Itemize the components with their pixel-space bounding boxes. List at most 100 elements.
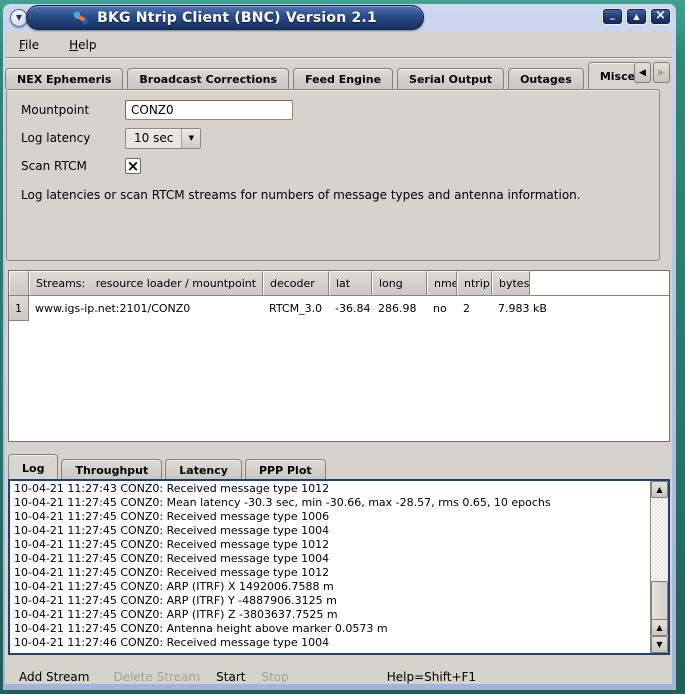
chevron-right-icon: ▶ xyxy=(658,68,665,78)
bnc-window: ▼ BKG Ntrip Client (BNC) Version 2.1 _ ▲ xyxy=(0,0,685,694)
column-header[interactable] xyxy=(9,271,29,295)
table-cell: RTCM_3.0 xyxy=(263,296,329,321)
chevron-left-icon: ◀ xyxy=(639,68,646,78)
column-header[interactable]: decoder xyxy=(263,271,329,295)
minimize-button[interactable]: _ xyxy=(603,9,622,24)
column-header[interactable]: ntrip xyxy=(457,271,492,295)
streams-table-header: Streams: resource loader / mountpoint de… xyxy=(9,271,669,296)
chevron-down-icon[interactable]: ▼ xyxy=(181,129,200,148)
close-button[interactable]: × xyxy=(651,9,670,24)
bottom-tab[interactable]: Log xyxy=(8,454,58,479)
arrow-down-icon: ▼ xyxy=(656,640,662,649)
main-tab[interactable]: Outages xyxy=(508,68,584,89)
column-header[interactable]: lat xyxy=(329,271,372,295)
scroll-down-button[interactable]: ▼ xyxy=(651,636,668,653)
action-button[interactable]: Stop xyxy=(261,670,288,684)
tab-scroll-right-button[interactable]: ▶ xyxy=(653,62,670,83)
menu-item[interactable]: Help xyxy=(67,36,98,54)
log-view[interactable]: 10-04-21 11:27:43 CONZ0: Received messag… xyxy=(8,479,670,655)
log-scrollbar: ▲ ▲ ▼ xyxy=(650,481,668,653)
main-tab[interactable]: Broadcast Corrections xyxy=(127,68,289,89)
scan-rtcm-checkbox[interactable]: × xyxy=(125,158,141,174)
window-title: BKG Ntrip Client (BNC) Version 2.1 xyxy=(97,10,377,26)
table-cell: 7.983 kB xyxy=(492,296,547,321)
log-line: 10-04-21 11:27:45 CONZ0: Received messag… xyxy=(14,510,648,524)
column-header[interactable]: Streams: resource loader / mountpoint xyxy=(29,271,263,295)
log-latency-label: Log latency xyxy=(21,131,125,145)
log-line: 10-04-21 11:27:45 CONZ0: ARP (ITRF) Y -4… xyxy=(14,594,648,608)
table-cell: 286.98 xyxy=(372,296,427,321)
main-tabs: NEX Ephemeris Broadcast Corrections Feed… xyxy=(5,62,634,89)
scrollbar-track[interactable] xyxy=(651,498,668,619)
maximize-icon: ▲ xyxy=(633,13,639,21)
log-latency-row: Log latency 10 sec ▼ xyxy=(21,128,659,148)
log-line: 10-04-21 11:27:45 CONZ0: Received messag… xyxy=(14,552,648,566)
table-empty-area xyxy=(9,321,669,441)
log-line: 10-04-21 11:27:45 CONZ0: Received messag… xyxy=(14,524,648,538)
bottom-tab[interactable]: Latency xyxy=(165,459,242,479)
log-line: 10-04-21 11:27:45 CONZ0: Received messag… xyxy=(14,538,648,552)
arrow-up-icon: ▲ xyxy=(656,485,662,494)
column-header[interactable]: nmea xyxy=(427,271,457,295)
menu-bar: File Help xyxy=(5,32,672,58)
chevron-down-icon: ▼ xyxy=(16,14,22,22)
miscellaneous-panel: Mountpoint CONZ0 Log latency 10 sec ▼ Sc… xyxy=(6,89,660,261)
mountpoint-input[interactable]: CONZ0 xyxy=(125,100,293,120)
scroll-up-button-secondary[interactable]: ▲ xyxy=(651,619,668,636)
action-button[interactable]: Delete Stream xyxy=(113,670,200,684)
panel-description: Log latencies or scan RTCM streams for n… xyxy=(21,188,659,202)
window-decoration: ▼ BKG Ntrip Client (BNC) Version 2.1 _ ▲ xyxy=(3,4,676,690)
maximize-button[interactable]: ▲ xyxy=(627,9,646,24)
table-cell: 1 xyxy=(9,296,29,321)
action-buttons: Add Stream Delete Stream Start Stop xyxy=(19,670,305,684)
log-line: 10-04-21 11:27:45 CONZ0: ARP (ITRF) Z -3… xyxy=(14,608,648,622)
table-row[interactable]: 1 www.igs-ip.net:2101/CONZ0 RTCM_3.0 -36… xyxy=(9,296,669,321)
column-header[interactable]: long xyxy=(372,271,427,295)
checkmark-icon: × xyxy=(127,159,140,174)
main-tab[interactable]: Serial Output xyxy=(397,68,504,89)
bottom-tab[interactable]: Throughput xyxy=(61,459,162,479)
main-tab[interactable]: Feed Engine xyxy=(293,68,393,89)
table-cell: 2 xyxy=(457,296,492,321)
main-tab-bar: NEX Ephemeris Broadcast Corrections Feed… xyxy=(5,62,672,89)
table-cell: www.igs-ip.net:2101/CONZ0 xyxy=(29,296,263,321)
app-icon xyxy=(73,10,89,26)
log-line: 10-04-21 11:27:45 CONZ0: Received messag… xyxy=(14,566,648,580)
log-line: 10-04-21 11:27:43 CONZ0: Received messag… xyxy=(14,482,648,496)
log-latency-select[interactable]: 10 sec ▼ xyxy=(125,128,201,149)
mountpoint-row: Mountpoint CONZ0 xyxy=(21,100,659,120)
log-line: 10-04-21 11:27:46 CONZ0: Received messag… xyxy=(14,636,648,650)
close-icon: × xyxy=(655,9,666,22)
arrow-up-icon: ▲ xyxy=(656,623,662,632)
tab-scroll-left-button[interactable]: ◀ xyxy=(634,62,651,83)
log-latency-value: 10 sec xyxy=(126,129,181,148)
scan-rtcm-label: Scan RTCM xyxy=(21,159,125,173)
scan-rtcm-row: Scan RTCM × xyxy=(21,156,659,176)
log-line: 10-04-21 11:27:45 CONZ0: Antenna height … xyxy=(14,622,648,636)
table-cell: -36.84 xyxy=(329,296,372,321)
title-bar[interactable]: ▼ BKG Ntrip Client (BNC) Version 2.1 _ ▲ xyxy=(3,4,676,32)
action-button[interactable]: Start xyxy=(216,670,245,684)
log-lines: 10-04-21 11:27:43 CONZ0: Received messag… xyxy=(14,482,648,653)
minimize-icon: _ xyxy=(610,10,615,20)
help-shortcut-text: Help=Shift+F1 xyxy=(387,670,476,684)
log-line: 10-04-21 11:27:45 CONZ0: ARP (ITRF) X 14… xyxy=(14,580,648,594)
main-tab[interactable]: NEX Ephemeris xyxy=(5,68,123,89)
column-header[interactable]: bytes xyxy=(492,271,530,295)
client-area: File Help NEX Ephemeris Broadcast Correc… xyxy=(5,32,672,684)
menu-item[interactable]: File xyxy=(17,36,41,54)
title-pill: BKG Ntrip Client (BNC) Version 2.1 xyxy=(26,5,424,30)
log-line: 10-04-21 11:27:45 CONZ0: Mean latency -3… xyxy=(14,496,648,510)
window-controls: _ ▲ × xyxy=(603,9,670,24)
bottom-tab[interactable]: PPP Plot xyxy=(245,459,326,479)
table-cell: no xyxy=(427,296,457,321)
action-button[interactable]: Add Stream xyxy=(19,670,89,684)
streams-table: Streams: resource loader / mountpoint de… xyxy=(8,270,670,442)
tab-scroll-buttons: ◀ ▶ xyxy=(634,62,672,83)
action-bar: Add Stream Delete Stream Start Stop Help… xyxy=(19,667,672,684)
bottom-tab-bar: Log Throughput Latency PPP Plot xyxy=(8,454,672,479)
scrollbar-thumb[interactable] xyxy=(651,581,668,621)
mountpoint-label: Mountpoint xyxy=(21,103,125,117)
scroll-up-button[interactable]: ▲ xyxy=(651,481,668,498)
main-tab[interactable]: Miscellaneous xyxy=(588,62,634,89)
